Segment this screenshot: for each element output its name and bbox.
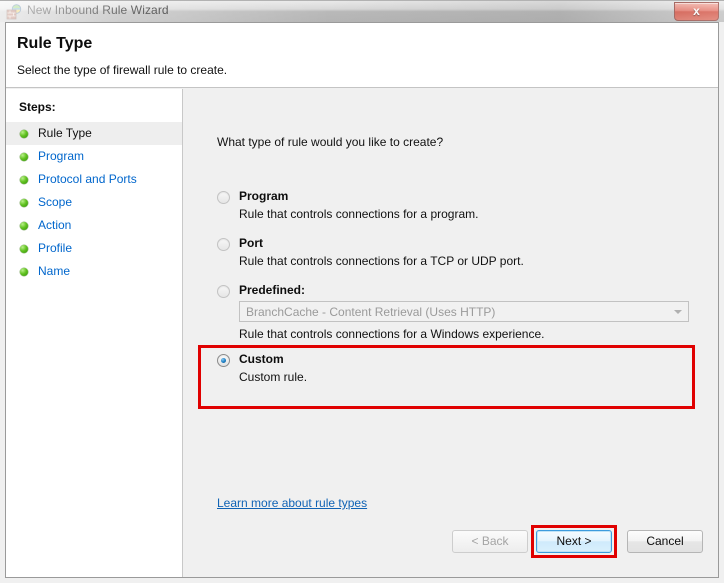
sidebar-item-label: Protocol and Ports	[38, 168, 137, 191]
step-bullet-icon	[20, 199, 28, 207]
client-area: Rule Type Select the type of firewall ru…	[5, 22, 719, 578]
sidebar-item-rule-type[interactable]: Rule Type	[6, 122, 182, 145]
radio-program[interactable]	[217, 191, 230, 204]
next-button[interactable]: Next >	[536, 530, 612, 553]
sidebar-item-protocol-and-ports[interactable]: Protocol and Ports	[6, 168, 182, 191]
option-description: Custom rule.	[239, 370, 307, 384]
step-bullet-icon	[20, 176, 28, 184]
page-subtitle: Select the type of firewall rule to crea…	[17, 63, 227, 77]
sidebar-item-label: Program	[38, 145, 84, 168]
step-bullet-icon	[20, 268, 28, 276]
learn-more-link[interactable]: Learn more about rule types	[217, 496, 367, 510]
option-title: Program	[239, 189, 288, 203]
radio-custom[interactable]	[217, 354, 230, 367]
close-icon: x	[675, 4, 718, 18]
window-title: New Inbound Rule Wizard	[27, 3, 169, 17]
step-bullet-icon	[20, 130, 28, 138]
back-button[interactable]: < Back	[452, 530, 528, 553]
step-bullet-icon	[20, 222, 28, 230]
page-title: Rule Type	[17, 35, 92, 53]
sidebar-item-label: Name	[38, 260, 70, 283]
sidebar-item-label: Profile	[38, 237, 72, 260]
option-title: Custom	[239, 352, 284, 366]
chevron-down-icon[interactable]	[669, 302, 687, 321]
option-title: Predefined:	[239, 283, 305, 297]
step-bullet-icon	[20, 245, 28, 253]
steps-sidebar: Steps: Rule Type Program Protocol and Po…	[6, 89, 183, 578]
sidebar-item-name[interactable]: Name	[6, 260, 182, 283]
sidebar-item-program[interactable]: Program	[6, 145, 182, 168]
radio-predefined[interactable]	[217, 285, 230, 298]
sidebar-item-label: Scope	[38, 191, 72, 214]
cancel-button[interactable]: Cancel	[627, 530, 703, 553]
question-label: What type of rule would you like to crea…	[217, 135, 443, 149]
option-title: Port	[239, 236, 263, 250]
option-description: Rule that controls connections for a pro…	[239, 207, 478, 221]
sidebar-item-scope[interactable]: Scope	[6, 191, 182, 214]
sidebar-item-label: Action	[38, 214, 71, 237]
close-button[interactable]: x	[674, 2, 719, 21]
steps-list: Rule Type Program Protocol and Ports Sco…	[6, 122, 182, 283]
sidebar-item-label: Rule Type	[38, 122, 92, 145]
title-bar[interactable]: New Inbound Rule Wizard x	[0, 0, 724, 22]
option-description: Rule that controls connections for a TCP…	[239, 254, 524, 268]
option-description: Rule that controls connections for a Win…	[239, 327, 545, 341]
sidebar-item-profile[interactable]: Profile	[6, 237, 182, 260]
predefined-dropdown[interactable]: BranchCache - Content Retrieval (Uses HT…	[239, 301, 689, 322]
step-bullet-icon	[20, 153, 28, 161]
predefined-dropdown-value: BranchCache - Content Retrieval (Uses HT…	[246, 305, 495, 319]
wizard-window: New Inbound Rule Wizard x Rule Type Sele…	[0, 0, 724, 583]
radio-port[interactable]	[217, 238, 230, 251]
page-header: Rule Type Select the type of firewall ru…	[6, 23, 718, 88]
content-panel: What type of rule would you like to crea…	[184, 89, 718, 578]
sidebar-item-action[interactable]: Action	[6, 214, 182, 237]
firewall-globe-icon	[6, 4, 22, 20]
steps-heading: Steps:	[19, 100, 56, 114]
